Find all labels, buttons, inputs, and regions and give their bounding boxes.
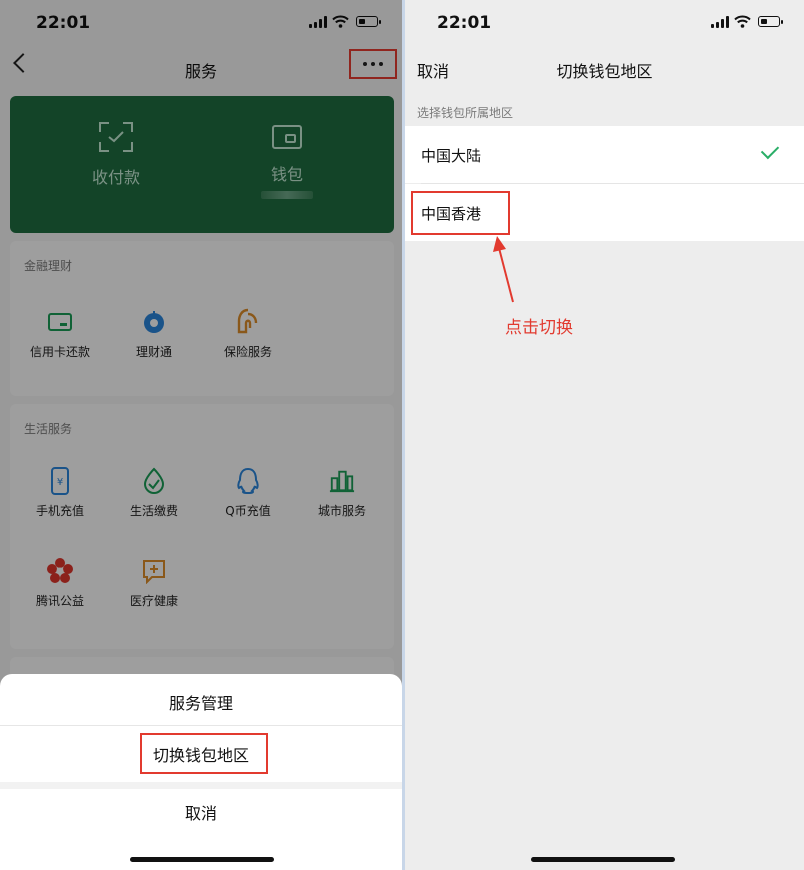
service-manage-option[interactable]: 服务管理 [0,690,402,714]
status-time: 22:01 [437,13,492,33]
region-option-mainland[interactable]: 中国大陆 [405,126,804,183]
right-screen: 22:01 取消 切换钱包地区 选择钱包所属地区 中国大陆 中国香港 点击切换 [405,0,804,870]
cancel-option[interactable]: 取消 [0,800,402,824]
left-screen: 22:01 服务 收付款 钱包 金融理财 信用卡还款 理财通 保险服务 生活服务… [0,0,402,870]
status-bar: 22:01 [405,0,804,46]
checkmark-icon [760,140,780,160]
highlight-box [411,191,510,235]
wifi-icon [734,15,751,28]
divider [0,725,402,726]
home-indicator [531,857,675,862]
home-indicator [130,857,274,862]
action-sheet: 服务管理 切换钱包地区 取消 [0,674,402,870]
nav-bar: 取消 切换钱包地区 [405,46,804,92]
highlight-box [140,733,268,774]
signal-icon [711,16,729,28]
region-label: 中国大陆 [421,147,482,165]
region-caption: 选择钱包所属地区 [417,106,514,120]
annotation-text: 点击切换 [505,318,573,338]
battery-icon [758,16,783,27]
annotation-arrow [493,236,514,303]
page-title: 切换钱包地区 [556,62,653,81]
divider [0,782,402,789]
